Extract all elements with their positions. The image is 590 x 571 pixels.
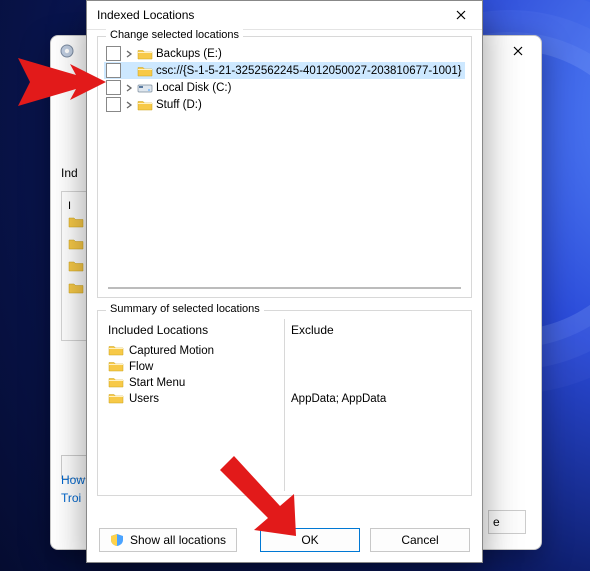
tree-node-label: csc://{S-1-5-21-3252562245-4012050027-20…: [156, 65, 462, 77]
dialog-button-row: Show all locations OK Cancel: [87, 528, 482, 552]
gear-icon: [59, 43, 75, 59]
indexed-locations-dialog: Indexed Locations Change selected locati…: [86, 0, 483, 563]
parent-close-button[interactable]: [495, 36, 541, 66]
included-row[interactable]: Flow: [108, 359, 278, 375]
tree-node-label: Backups (E:): [156, 48, 222, 60]
folder-icon: [108, 360, 124, 375]
folder-icon: [137, 65, 153, 77]
exclude-column: Exclude AppData; AppData: [285, 319, 467, 491]
included-label: Flow: [129, 361, 153, 373]
checkbox[interactable]: [106, 46, 121, 61]
folder-icon: [68, 216, 84, 228]
tree-node[interactable]: Stuff (D:): [104, 96, 465, 113]
included-header: Included Locations: [108, 323, 278, 337]
exclude-row: AppData; AppData: [291, 391, 461, 407]
checkbox[interactable]: [106, 63, 121, 78]
included-label: Captured Motion: [129, 345, 214, 357]
folder-icon: [108, 376, 124, 391]
checkbox[interactable]: [106, 80, 121, 95]
summary-legend: Summary of selected locations: [106, 303, 264, 315]
folder-icon: [68, 260, 84, 272]
included-row[interactable]: Captured Motion: [108, 343, 278, 359]
folder-icon: [137, 99, 153, 111]
dialog-titlebar[interactable]: Indexed Locations: [87, 1, 482, 30]
tree-node-label: Stuff (D:): [156, 99, 202, 111]
exclude-header: Exclude: [291, 323, 461, 337]
summary-group: Summary of selected locations Included L…: [97, 310, 472, 496]
expander-icon[interactable]: [124, 50, 134, 58]
close-button[interactable]: [440, 1, 482, 29]
included-label: Users: [129, 393, 159, 405]
truncated-close-button[interactable]: e: [488, 510, 526, 534]
checkbox[interactable]: [106, 97, 121, 112]
tree-node[interactable]: Backups (E:): [104, 45, 465, 62]
change-locations-legend: Change selected locations: [106, 29, 243, 41]
show-all-locations-button[interactable]: Show all locations: [99, 528, 237, 552]
change-locations-group: Change selected locations Backups (E:)cs…: [97, 36, 472, 298]
locations-tree[interactable]: Backups (E:) csc://{S-1-5-21-3252562245-4…: [104, 45, 465, 291]
help-link-2[interactable]: Troi: [61, 491, 81, 505]
folder-icon: [68, 238, 84, 250]
expander-icon[interactable]: [124, 84, 134, 92]
exclude-row: [291, 343, 461, 359]
included-row[interactable]: Start Menu: [108, 375, 278, 391]
tree-node-label: Local Disk (C:): [156, 82, 231, 94]
folder-icon: [108, 392, 124, 407]
folder-icon: [68, 282, 84, 294]
included-row[interactable]: Users: [108, 391, 278, 407]
horizontal-scrollbar[interactable]: [108, 287, 461, 289]
dialog-title: Indexed Locations: [97, 8, 440, 22]
ok-button[interactable]: OK: [260, 528, 360, 552]
tree-node[interactable]: csc://{S-1-5-21-3252562245-4012050027-20…: [104, 62, 465, 79]
included-column: Included Locations Captured Motion Flow St…: [102, 319, 285, 491]
show-all-label: Show all locations: [130, 533, 226, 547]
tree-node[interactable]: Local Disk (C:): [104, 79, 465, 96]
expander-icon[interactable]: [124, 101, 134, 109]
folder-icon: [137, 48, 153, 60]
included-label: Start Menu: [129, 377, 185, 389]
cancel-button[interactable]: Cancel: [370, 528, 470, 552]
help-links: How Troi: [61, 473, 85, 509]
exclude-row: [291, 359, 461, 375]
disk-icon: [137, 82, 153, 94]
exclude-row: [291, 375, 461, 391]
shield-icon: [110, 533, 124, 547]
help-link-1[interactable]: How: [61, 473, 85, 487]
folder-icon: [108, 344, 124, 359]
